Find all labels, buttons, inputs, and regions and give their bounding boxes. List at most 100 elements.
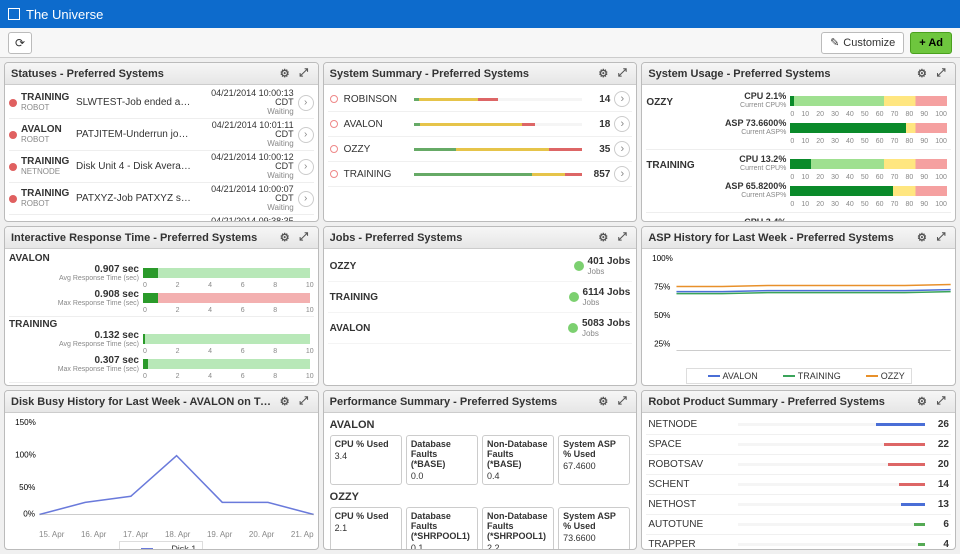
expand-icon[interactable]: ⤢ [933, 230, 949, 246]
app-title: The Universe [26, 7, 103, 22]
jobs-row[interactable]: OZZY 401 JobsJobs [328, 251, 633, 282]
summary-dot-icon [330, 95, 338, 103]
widget-system-summary: System Summary - Preferred Systems ⚙ ⤢ R… [323, 62, 638, 222]
status-dot-icon [9, 163, 17, 171]
irt-system: TRAINING [9, 319, 314, 330]
irt-row: ROBINSON 0.000 secAvg Response Time (sec… [9, 383, 314, 385]
legend-item: OZZY [851, 371, 905, 381]
chevron-right-icon[interactable]: › [298, 127, 314, 143]
legend-item: TRAINING [768, 371, 841, 381]
status-row[interactable]: TRAININGROBOT SLWTEST-Job ended abnormal… [9, 87, 314, 119]
irt-row: TRAINING 0.132 secAvg Response Time (sec… [9, 317, 314, 383]
gear-icon[interactable]: ⚙ [277, 394, 293, 410]
perf-cell[interactable]: Non-Database Faults (*SHRPOOL1)2.2 [482, 507, 554, 549]
gear-icon[interactable]: ⚙ [595, 66, 611, 82]
perf-cell[interactable]: CPU % Used3.4 [330, 435, 402, 485]
perf-cell[interactable]: System ASP % Used73.6600 [558, 507, 630, 549]
svg-text:50%: 50% [19, 483, 35, 492]
widget-title: System Summary - Preferred Systems [330, 68, 593, 80]
summary-row[interactable]: OZZY 35 › [328, 137, 633, 162]
expand-icon[interactable]: ⤢ [296, 66, 312, 82]
robot-row[interactable]: AUTOTUNE 6 [646, 515, 951, 535]
expand-icon[interactable]: ⤢ [933, 394, 949, 410]
gear-icon[interactable]: ⚙ [277, 66, 293, 82]
chevron-right-icon[interactable]: › [614, 116, 630, 132]
usage-system: TRAINING [646, 154, 716, 208]
status-dot-icon [9, 131, 17, 139]
status-dot-icon [9, 195, 17, 203]
widget-disk-busy: Disk Busy History for Last Week - AVALON… [4, 390, 319, 550]
robot-row[interactable]: SCHENT 14 [646, 475, 951, 495]
status-timestamp: 04/21/2014 10:00:13 CDTWaiting [194, 89, 294, 116]
perf-cell[interactable]: Database Faults (*BASE)0.0 [406, 435, 478, 485]
robot-row[interactable]: NETHOST 13 [646, 495, 951, 515]
chevron-right-icon[interactable]: › [298, 95, 314, 111]
expand-icon[interactable]: ⤢ [614, 394, 630, 410]
perf-cell[interactable]: CPU % Used2.1 [330, 507, 402, 549]
status-description: Disk Unit 4 - Disk Average Response Time… [76, 161, 194, 172]
status-row[interactable]: TRAININGROBOT PATXYZ-Job PATXYZ schedule… [9, 183, 314, 215]
chevron-right-icon[interactable]: › [614, 141, 630, 157]
add-button[interactable]: + Ad [910, 32, 952, 54]
perf-cell[interactable]: Non-Database Faults (*BASE)0.4 [482, 435, 554, 485]
jobs-system: OZZY [330, 261, 410, 272]
robot-bar [738, 423, 925, 426]
robot-row[interactable]: SPACE 22 [646, 435, 951, 455]
chevron-right-icon[interactable]: › [298, 191, 314, 207]
status-row[interactable]: AVALONROBOT PATJITEM-Underrun job monito… [9, 119, 314, 151]
summary-row[interactable]: AVALON 18 › [328, 112, 633, 137]
disk-busy-chart: 150% 100% 50% 0% 15. Apr16. Apr17. Apr18… [5, 413, 318, 549]
perf-cell[interactable]: Database Faults (*SHRPOOL1)0.1 [406, 507, 478, 549]
gear-icon[interactable]: ⚙ [595, 230, 611, 246]
chevron-right-icon[interactable]: › [614, 166, 630, 182]
expand-icon[interactable]: ⤢ [296, 394, 312, 410]
summary-row[interactable]: ROBINSON 14 › [328, 87, 633, 112]
irt-avg-bar [143, 334, 310, 344]
gear-icon[interactable]: ⚙ [914, 66, 930, 82]
gear-icon[interactable]: ⚙ [914, 230, 930, 246]
robot-product: ROBOTSAV [648, 459, 738, 470]
usage-row: OZZY CPU 2.1%Current CPU% 01020304050607… [646, 87, 951, 150]
usage-cpu-bar [790, 96, 947, 106]
status-row[interactable]: TRAININGNETNODE Disk Unit 4 - Disk Avera… [9, 151, 314, 183]
robot-product: AUTOTUNE [648, 519, 738, 530]
refresh-button[interactable]: ⟳ [8, 32, 32, 54]
widget-title: System Usage - Preferred Systems [648, 68, 911, 80]
gear-icon[interactable]: ⚙ [914, 394, 930, 410]
jobs-row[interactable]: AVALON 5083 JobsJobs [328, 313, 633, 344]
status-timestamp: 04/21/2014 10:00:12 CDTWaiting [194, 153, 294, 180]
legend-disk1: Disk 1 [156, 544, 196, 549]
gear-icon[interactable]: ⚙ [595, 394, 611, 410]
chevron-right-icon[interactable]: › [298, 159, 314, 175]
summary-system: ROBINSON [344, 94, 414, 105]
widget-asp-history: ASP History for Last Week - Preferred Sy… [641, 226, 956, 386]
widget-interactive-response-time: Interactive Response Time - Preferred Sy… [4, 226, 319, 386]
robot-bar [738, 543, 925, 546]
jobs-row[interactable]: TRAINING 6114 JobsJobs [328, 282, 633, 313]
perf-cell[interactable]: System ASP % Used67.4600 [558, 435, 630, 485]
summary-value: 35 [582, 144, 610, 155]
robot-bar [738, 443, 925, 446]
usage-cpu-bar [790, 159, 947, 169]
expand-icon[interactable]: ⤢ [614, 230, 630, 246]
gear-icon[interactable]: ⚙ [277, 230, 293, 246]
usage-asp-bar [790, 123, 947, 133]
expand-icon[interactable]: ⤢ [933, 66, 949, 82]
status-row[interactable]: TRAININGCONSOLE JOB 332995/QUSER/QZLSFIL… [9, 215, 314, 221]
customize-button[interactable]: ✎ Customize [821, 32, 904, 54]
irt-max-bar [143, 293, 310, 303]
perf-grid: CPU % Used3.4Database Faults (*BASE)0.0N… [330, 435, 631, 485]
chevron-right-icon[interactable]: › [614, 91, 630, 107]
expand-icon[interactable]: ⤢ [614, 66, 630, 82]
summary-row[interactable]: TRAINING 857 › [328, 162, 633, 187]
robot-row[interactable]: NETNODE 26 [646, 415, 951, 435]
robot-row[interactable]: ROBOTSAV 20 [646, 455, 951, 475]
summary-system: OZZY [344, 144, 414, 155]
svg-text:75%: 75% [654, 283, 670, 292]
robot-value: 6 [925, 519, 949, 530]
jobs-dot-icon [574, 261, 584, 271]
robot-row[interactable]: TRAPPER 4 [646, 535, 951, 549]
widget-performance-summary: Performance Summary - Preferred Systems … [323, 390, 638, 550]
expand-icon[interactable]: ⤢ [296, 230, 312, 246]
robot-bar [738, 483, 925, 486]
